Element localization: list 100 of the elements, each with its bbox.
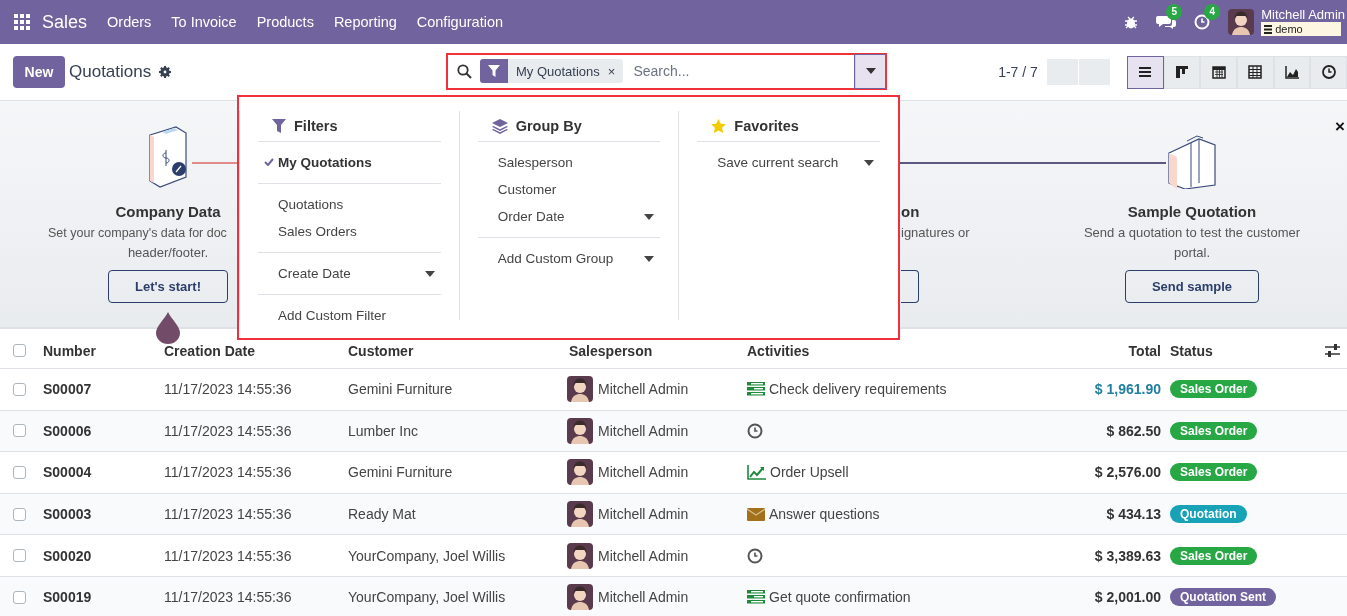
section-heading: Group By bbox=[515, 118, 582, 134]
row-checkbox[interactable] bbox=[13, 466, 26, 479]
order-total: $ 2,001.00 bbox=[1093, 589, 1162, 606]
step-description: Send a quotation to test the customer bbox=[1083, 224, 1301, 242]
menu-item[interactable]: Configuration bbox=[416, 14, 503, 30]
user-name[interactable]: Mitchell Admin bbox=[1261, 8, 1345, 21]
step-button[interactable]: Send sample bbox=[1124, 270, 1260, 303]
creation-date: 11/17/2023 14:55:36 bbox=[164, 547, 293, 564]
column-header[interactable]: Creation Date bbox=[164, 343, 256, 359]
search-options-toggle[interactable] bbox=[855, 54, 885, 88]
remove-facet-button[interactable]: × bbox=[607, 63, 624, 79]
chat-icon[interactable] bbox=[1156, 14, 1177, 30]
order-total: $ 2,576.00 bbox=[1093, 464, 1162, 481]
step-button[interactable]: Let's start! bbox=[108, 270, 228, 303]
view-switch-button[interactable] bbox=[1126, 55, 1164, 89]
customer-name: Gemini Furniture bbox=[348, 464, 454, 481]
customer-name: Lumber Inc bbox=[348, 422, 420, 439]
row-checkbox[interactable] bbox=[13, 549, 26, 563]
order-total: $ 1,961.90 bbox=[1093, 381, 1162, 398]
caret-icon bbox=[644, 213, 655, 220]
status-tag: Sales Order bbox=[1170, 463, 1258, 482]
calendar-icon bbox=[1210, 64, 1227, 80]
column-header[interactable]: Customer bbox=[348, 343, 414, 359]
search-field[interactable]: My Quotations × Search... bbox=[446, 52, 887, 90]
menu-option[interactable]: Add Custom Group bbox=[477, 245, 661, 272]
order-total: $ 862.50 bbox=[1105, 422, 1162, 439]
column-header[interactable]: Number bbox=[43, 343, 96, 359]
menu-option[interactable]: Add Custom Filter bbox=[258, 302, 441, 329]
avatar-icon bbox=[567, 501, 593, 528]
creation-date: 11/17/2023 14:55:36 bbox=[164, 506, 293, 523]
step-description: Set your company's data for doc bbox=[48, 225, 227, 242]
app-name[interactable]: Sales bbox=[42, 11, 88, 33]
clock-icon[interactable] bbox=[747, 422, 763, 439]
menu-item[interactable]: Reporting bbox=[333, 14, 397, 30]
database-icon bbox=[1264, 24, 1273, 34]
menu-option[interactable]: Sales Orders bbox=[258, 218, 441, 245]
new-button[interactable]: New bbox=[13, 56, 65, 88]
row-checkbox[interactable] bbox=[13, 424, 26, 438]
row-checkbox[interactable] bbox=[13, 507, 26, 521]
creation-date: 11/17/2023 14:55:36 bbox=[164, 589, 293, 606]
menu-option[interactable]: Order Date bbox=[477, 203, 661, 230]
search-icon bbox=[457, 63, 472, 79]
salesperson-name: Mitchell Admin bbox=[598, 381, 689, 398]
salesperson-name: Mitchell Admin bbox=[598, 589, 689, 606]
customer-name: Ready Mat bbox=[348, 506, 417, 523]
step-button[interactable] bbox=[901, 270, 919, 303]
envelope-icon[interactable] bbox=[747, 507, 765, 521]
salesperson-name: Mitchell Admin bbox=[598, 464, 689, 481]
avatar-icon bbox=[567, 376, 593, 403]
caret-icon bbox=[644, 255, 655, 262]
menu-option[interactable]: Save current search bbox=[697, 149, 880, 176]
menu-item[interactable]: Orders bbox=[107, 14, 152, 30]
menu-item[interactable]: To Invoice bbox=[171, 14, 237, 30]
settings-icon[interactable] bbox=[159, 66, 172, 78]
menu-option[interactable]: Create Date bbox=[258, 260, 441, 287]
select-all-checkbox[interactable] bbox=[13, 343, 26, 357]
menu-item[interactable]: Products bbox=[256, 14, 314, 30]
status-tag: Sales Order bbox=[1170, 380, 1258, 399]
pager-value[interactable]: 1-7 / 7 bbox=[998, 64, 1038, 80]
connector-line bbox=[192, 162, 237, 164]
table-grid-icon bbox=[1247, 64, 1264, 80]
activity-summary: Answer questions bbox=[769, 506, 880, 523]
step-description: ignatures or bbox=[901, 224, 970, 242]
row-checkbox[interactable] bbox=[13, 382, 26, 396]
menu-option[interactable]: Customer bbox=[477, 176, 661, 203]
section-heading: Filters bbox=[294, 118, 338, 134]
bug-icon[interactable] bbox=[1124, 15, 1139, 29]
column-header[interactable]: Activities bbox=[747, 343, 810, 359]
status-tag: Quotation bbox=[1170, 505, 1247, 524]
customer-name: YourCompany, Joel Willis bbox=[348, 589, 507, 606]
filter-icon bbox=[488, 65, 500, 77]
apps-menu-icon[interactable] bbox=[14, 14, 30, 30]
status-tag: Sales Order bbox=[1170, 421, 1258, 440]
activity-clock-icon[interactable] bbox=[1194, 14, 1211, 30]
order-number: S00004 bbox=[43, 464, 93, 481]
order-total: $ 434.13 bbox=[1105, 506, 1162, 523]
customer-name: Gemini Furniture bbox=[348, 381, 454, 398]
clock-icon[interactable] bbox=[747, 547, 763, 564]
order-number: S00007 bbox=[43, 381, 93, 398]
filter-facet: My Quotations bbox=[515, 63, 601, 79]
menu-option[interactable]: My Quotations bbox=[258, 149, 441, 176]
caret-icon bbox=[864, 159, 874, 166]
page-title[interactable]: Quotations bbox=[69, 62, 152, 82]
status-tag: Quotation Sent bbox=[1170, 588, 1276, 607]
column-header[interactable]: Salesperson bbox=[569, 343, 653, 359]
close-button[interactable]: × bbox=[1335, 117, 1345, 137]
column-header[interactable]: Status bbox=[1170, 343, 1213, 359]
menu-option[interactable]: Quotations bbox=[258, 191, 441, 218]
salesperson-name: Mitchell Admin bbox=[598, 506, 689, 523]
column-settings-icon[interactable] bbox=[1325, 343, 1340, 357]
line-chart-icon[interactable] bbox=[747, 465, 766, 480]
column-header[interactable]: Total bbox=[1086, 343, 1170, 359]
order-total: $ 3,389.63 bbox=[1093, 547, 1162, 564]
area-chart-icon bbox=[1283, 64, 1300, 80]
row-checkbox[interactable] bbox=[13, 590, 26, 604]
customer-name: YourCompany, Joel Willis bbox=[348, 547, 507, 564]
menu-option[interactable]: Salesperson bbox=[477, 149, 661, 176]
checklist-icon[interactable] bbox=[747, 590, 765, 605]
checklist-icon[interactable] bbox=[747, 382, 765, 397]
layers-icon bbox=[491, 118, 508, 134]
